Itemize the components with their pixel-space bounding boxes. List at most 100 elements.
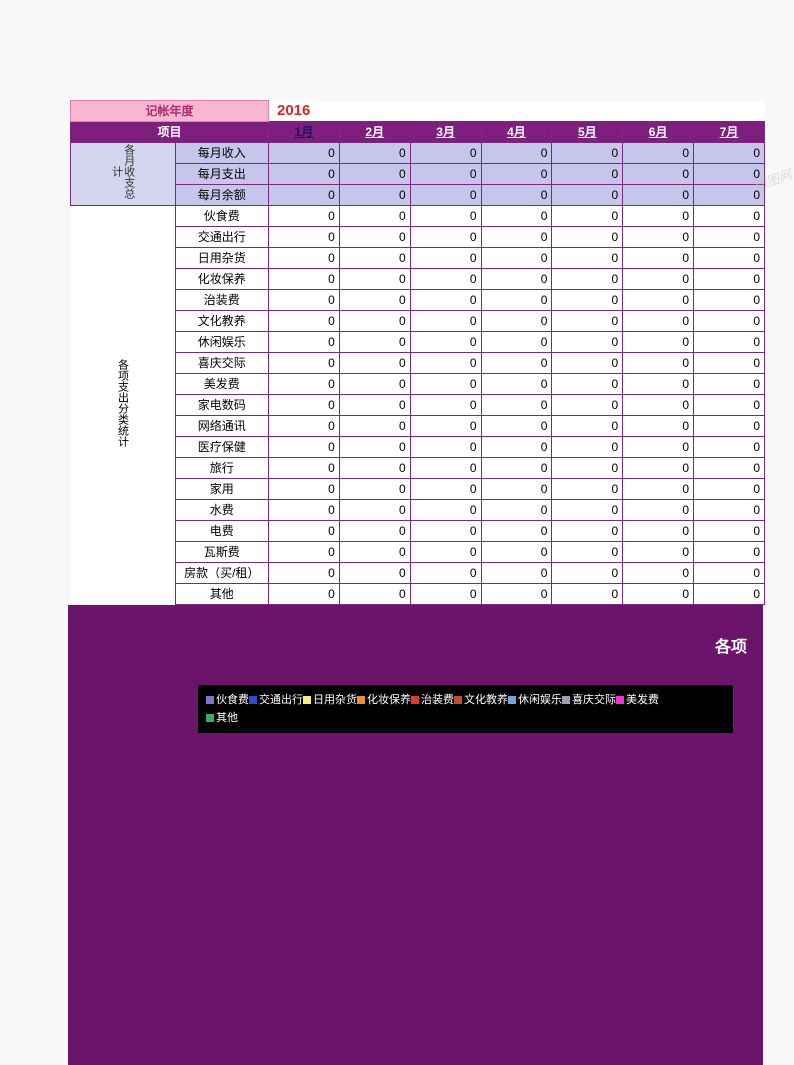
cell[interactable]: 0 xyxy=(269,416,340,437)
cell[interactable]: 0 xyxy=(481,542,552,563)
cell[interactable]: 0 xyxy=(339,185,410,206)
cell[interactable]: 0 xyxy=(410,269,481,290)
cell[interactable]: 0 xyxy=(623,584,694,605)
cell[interactable]: 0 xyxy=(269,332,340,353)
cell[interactable]: 0 xyxy=(269,227,340,248)
cell[interactable]: 0 xyxy=(552,353,623,374)
cell[interactable]: 0 xyxy=(694,542,765,563)
cell[interactable]: 0 xyxy=(623,458,694,479)
cell[interactable]: 0 xyxy=(623,563,694,584)
cell[interactable]: 0 xyxy=(694,353,765,374)
cell[interactable]: 0 xyxy=(269,143,340,164)
cell[interactable]: 0 xyxy=(339,563,410,584)
month-header[interactable]: 7月 xyxy=(694,122,765,143)
cell[interactable]: 0 xyxy=(481,269,552,290)
cell[interactable]: 0 xyxy=(623,395,694,416)
month-header[interactable]: 1月 xyxy=(269,122,340,143)
cell[interactable]: 0 xyxy=(481,164,552,185)
cell[interactable]: 0 xyxy=(339,458,410,479)
cell[interactable]: 0 xyxy=(694,206,765,227)
cell[interactable]: 0 xyxy=(410,311,481,332)
month-header[interactable]: 4月 xyxy=(481,122,552,143)
cell[interactable]: 0 xyxy=(623,227,694,248)
cell[interactable]: 0 xyxy=(481,521,552,542)
cell[interactable]: 0 xyxy=(552,542,623,563)
cell[interactable]: 0 xyxy=(481,563,552,584)
cell[interactable]: 0 xyxy=(623,542,694,563)
cell[interactable]: 0 xyxy=(339,521,410,542)
cell[interactable]: 0 xyxy=(269,542,340,563)
cell[interactable]: 0 xyxy=(694,332,765,353)
cell[interactable]: 0 xyxy=(410,374,481,395)
cell[interactable]: 0 xyxy=(339,353,410,374)
cell[interactable]: 0 xyxy=(552,143,623,164)
cell[interactable]: 0 xyxy=(552,563,623,584)
cell[interactable]: 0 xyxy=(552,584,623,605)
cell[interactable]: 0 xyxy=(694,458,765,479)
cell[interactable]: 0 xyxy=(694,563,765,584)
cell[interactable]: 0 xyxy=(339,311,410,332)
cell[interactable]: 0 xyxy=(269,500,340,521)
cell[interactable]: 0 xyxy=(339,542,410,563)
cell[interactable]: 0 xyxy=(269,584,340,605)
cell[interactable]: 0 xyxy=(269,395,340,416)
cell[interactable]: 0 xyxy=(481,374,552,395)
cell[interactable]: 0 xyxy=(339,332,410,353)
cell[interactable]: 0 xyxy=(339,290,410,311)
cell[interactable]: 0 xyxy=(410,563,481,584)
cell[interactable]: 0 xyxy=(410,479,481,500)
cell[interactable]: 0 xyxy=(269,353,340,374)
cell[interactable]: 0 xyxy=(552,332,623,353)
cell[interactable]: 0 xyxy=(481,500,552,521)
cell[interactable]: 0 xyxy=(339,416,410,437)
cell[interactable]: 0 xyxy=(339,248,410,269)
cell[interactable]: 0 xyxy=(694,437,765,458)
cell[interactable]: 0 xyxy=(269,206,340,227)
cell[interactable]: 0 xyxy=(623,521,694,542)
month-header[interactable]: 5月 xyxy=(552,122,623,143)
cell[interactable]: 0 xyxy=(623,353,694,374)
cell[interactable]: 0 xyxy=(552,416,623,437)
cell[interactable]: 0 xyxy=(481,353,552,374)
cell[interactable]: 0 xyxy=(339,374,410,395)
cell[interactable]: 0 xyxy=(269,185,340,206)
cell[interactable]: 0 xyxy=(552,395,623,416)
cell[interactable]: 0 xyxy=(339,479,410,500)
cell[interactable]: 0 xyxy=(269,164,340,185)
cell[interactable]: 0 xyxy=(339,206,410,227)
cell[interactable]: 0 xyxy=(694,521,765,542)
cell[interactable]: 0 xyxy=(410,353,481,374)
month-header[interactable]: 6月 xyxy=(623,122,694,143)
cell[interactable]: 0 xyxy=(694,500,765,521)
cell[interactable]: 0 xyxy=(694,248,765,269)
cell[interactable]: 0 xyxy=(410,227,481,248)
cell[interactable]: 0 xyxy=(623,185,694,206)
cell[interactable]: 0 xyxy=(410,521,481,542)
cell[interactable]: 0 xyxy=(694,290,765,311)
cell[interactable]: 0 xyxy=(694,269,765,290)
cell[interactable]: 0 xyxy=(269,521,340,542)
cell[interactable]: 0 xyxy=(339,437,410,458)
cell[interactable]: 0 xyxy=(552,290,623,311)
cell[interactable]: 0 xyxy=(623,143,694,164)
cell[interactable]: 0 xyxy=(481,458,552,479)
cell[interactable]: 0 xyxy=(339,227,410,248)
cell[interactable]: 0 xyxy=(269,458,340,479)
cell[interactable]: 0 xyxy=(552,248,623,269)
cell[interactable]: 0 xyxy=(339,500,410,521)
cell[interactable]: 0 xyxy=(481,185,552,206)
cell[interactable]: 0 xyxy=(481,479,552,500)
cell[interactable]: 0 xyxy=(410,290,481,311)
cell[interactable]: 0 xyxy=(410,584,481,605)
cell[interactable]: 0 xyxy=(623,248,694,269)
cell[interactable]: 0 xyxy=(694,374,765,395)
cell[interactable]: 0 xyxy=(269,563,340,584)
cell[interactable]: 0 xyxy=(481,227,552,248)
cell[interactable]: 0 xyxy=(481,584,552,605)
cell[interactable]: 0 xyxy=(269,290,340,311)
cell[interactable]: 0 xyxy=(339,584,410,605)
month-header[interactable]: 3月 xyxy=(410,122,481,143)
cell[interactable]: 0 xyxy=(481,437,552,458)
cell[interactable]: 0 xyxy=(410,248,481,269)
month-header[interactable]: 2月 xyxy=(339,122,410,143)
